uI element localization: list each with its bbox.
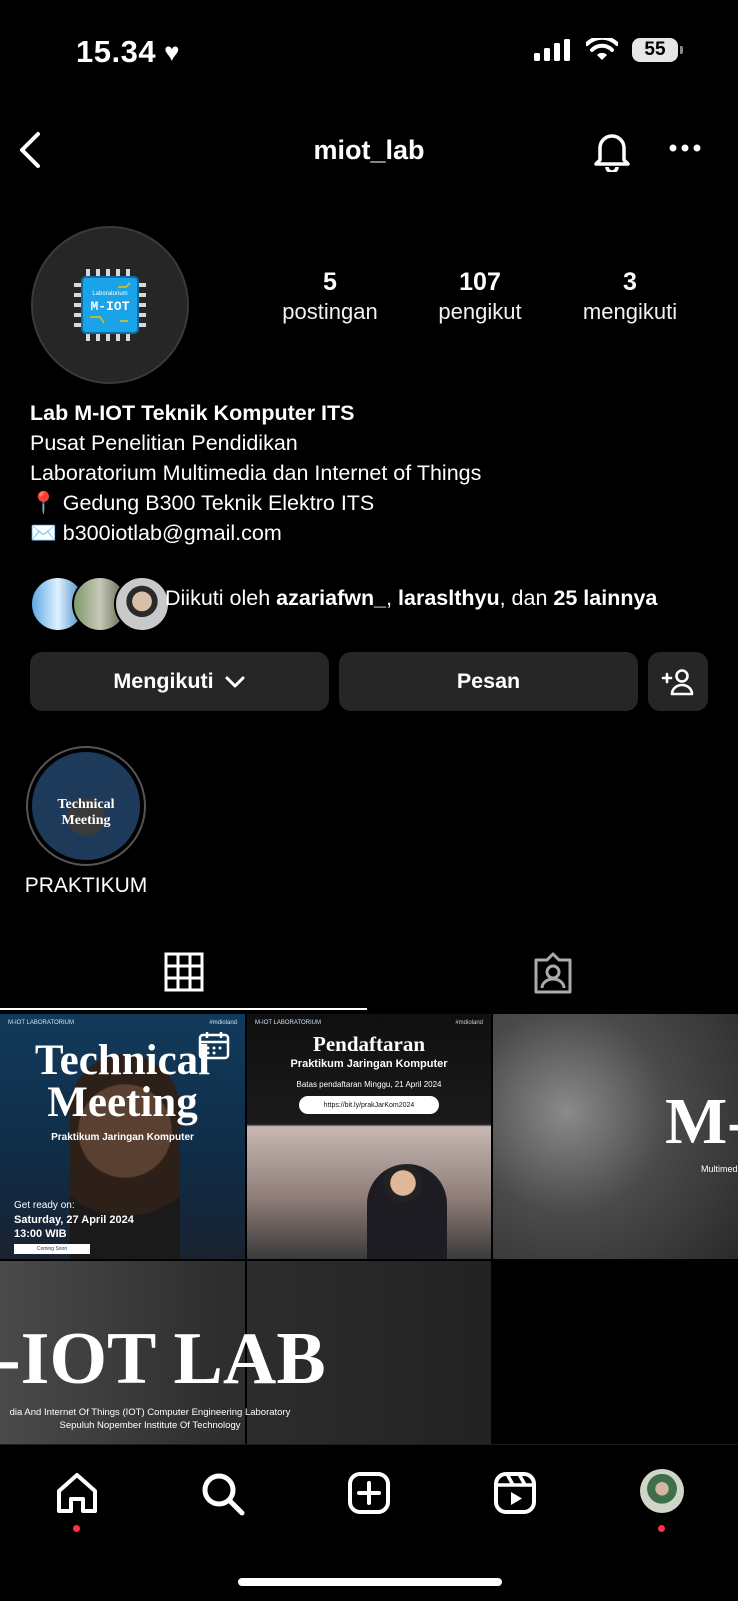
avatar — [114, 576, 170, 632]
post-title: Pendaftaran — [313, 1032, 425, 1056]
post-lab-label: M-IOT LABORATORIUM — [8, 1020, 75, 1026]
active-tab-indicator — [0, 1008, 367, 1010]
nav-home[interactable] — [55, 1471, 99, 1532]
post-tag: #mdioland — [209, 1020, 237, 1026]
story-highlight[interactable]: Technical Meeting — [26, 746, 146, 866]
nav-create[interactable] — [347, 1471, 391, 1520]
message-button[interactable]: Pesan — [339, 652, 638, 711]
post-tile[interactable]: M- Multimed — [493, 1014, 738, 1259]
post-text: Batas pendaftaran Minggu, 21 April 2024 — [296, 1080, 442, 1089]
bio-email[interactable]: ✉️ b300iotlab@gmail.com — [30, 518, 481, 548]
highlight-cover: Technical Meeting — [32, 752, 140, 860]
post-badge: Coming Soon — [14, 1244, 90, 1254]
profile-name: Lab M-IOT Teknik Komputer ITS — [30, 401, 355, 425]
post-tile[interactable]: -IOT LAB dia And Internet Of Things (IOT… — [0, 1261, 491, 1444]
post-tile[interactable]: M-IOT LABORATORIUM #mdioland Technical M… — [0, 1014, 245, 1259]
stat-value: 107 — [459, 268, 501, 296]
stat-value: 5 — [323, 268, 337, 296]
chip-logo-icon: Laboratorium M-IOT — [74, 269, 146, 341]
following-button[interactable]: Mengikuti — [30, 652, 329, 711]
nav-search[interactable] — [200, 1471, 246, 1522]
followed-by-text[interactable]: Diikuti oleh azariafwn_, laraslthyu, dan… — [165, 586, 657, 611]
stat-posts[interactable]: 5 postingan — [270, 268, 390, 325]
profile-category: Pusat Penelitian Pendidikan — [30, 431, 298, 455]
more-options-button[interactable] — [668, 140, 702, 158]
chevron-down-icon — [225, 676, 245, 687]
tab-tagged[interactable] — [532, 952, 574, 999]
post-subtitle: Praktikum Jaringan Komputer — [290, 1058, 448, 1070]
avatar — [640, 1469, 684, 1513]
bio-location: 📍 Gedung B300 Teknik Elektro ITS — [30, 491, 375, 515]
stat-label: pengikut — [438, 299, 522, 324]
search-icon — [202, 1473, 245, 1516]
battery-indicator: 55 — [632, 38, 683, 62]
more-horizontal-icon — [669, 144, 701, 152]
stat-followers[interactable]: 107 pengikut — [420, 268, 540, 325]
svg-text:Laboratorium: Laboratorium — [92, 291, 127, 297]
profile-avatar[interactable]: Laboratorium M-IOT — [31, 226, 189, 384]
post-tag: #mdioland — [455, 1020, 483, 1026]
highlight-cover-text: Meeting — [61, 813, 111, 828]
suggest-people-button[interactable] — [648, 652, 708, 711]
home-icon — [57, 1473, 97, 1513]
post-text: Get ready on: — [14, 1200, 75, 1211]
tab-grid[interactable] — [164, 952, 204, 997]
post-lab-label: M-IOT LABORATORIUM — [255, 1020, 322, 1026]
bell-icon — [594, 134, 630, 174]
nav-profile[interactable] — [640, 1469, 684, 1532]
home-indicator — [238, 1578, 502, 1586]
heart-icon: ♥ — [164, 36, 181, 67]
post-caption: dia And Internet Of Things (IOT) Compute… — [9, 1407, 291, 1418]
post-date: Saturday, 27 April 2024 — [14, 1214, 134, 1226]
profile-bio: Lab M-IOT Teknik Komputer ITS Pusat Pene… — [30, 398, 481, 548]
tagged-person-icon — [534, 952, 572, 994]
stat-label: postingan — [282, 299, 378, 324]
mutual-followers-avatars[interactable] — [30, 576, 170, 632]
post-caption: Multimed — [701, 1164, 738, 1174]
nav-reels[interactable] — [493, 1471, 537, 1520]
post-subtitle: Praktikum Jaringan Komputer — [51, 1132, 194, 1143]
cellular-signal-icon — [534, 39, 570, 61]
stat-value: 3 — [623, 268, 637, 296]
bio-text: Laboratorium Multimedia dan Internet of … — [30, 461, 482, 485]
grid-icon — [164, 952, 204, 992]
reels-icon — [494, 1472, 536, 1514]
person-photo — [367, 1164, 447, 1259]
post-link: https://bit.ly/prakJarKom2024 — [299, 1096, 439, 1114]
add-person-icon — [661, 668, 694, 695]
stat-following[interactable]: 3 mengikuti — [570, 268, 690, 325]
post-caption: Sepuluh Nopember Institute Of Technology — [59, 1420, 241, 1431]
notification-dot — [658, 1525, 665, 1532]
wifi-icon — [586, 38, 618, 60]
post-title: M- — [665, 1085, 738, 1158]
status-icons: 55 — [534, 38, 683, 62]
notification-dot — [73, 1525, 80, 1532]
notifications-button[interactable] — [592, 128, 632, 177]
add-post-icon — [348, 1472, 390, 1514]
post-time: 13:00 WIB — [14, 1228, 67, 1240]
post-title: -IOT LAB — [0, 1318, 326, 1400]
calendar-icon — [198, 1032, 230, 1060]
svg-text:M-IOT: M-IOT — [90, 299, 129, 314]
post-tile[interactable]: M-IOT LABORATORIUM #mdioland Pendaftaran… — [247, 1014, 491, 1259]
highlight-cover-text: Technical — [57, 797, 115, 812]
highlight-label: PRAKTIKUM — [24, 874, 148, 897]
status-time: 15.34 ♥ — [76, 34, 181, 69]
stat-label: mengikuti — [582, 299, 678, 324]
